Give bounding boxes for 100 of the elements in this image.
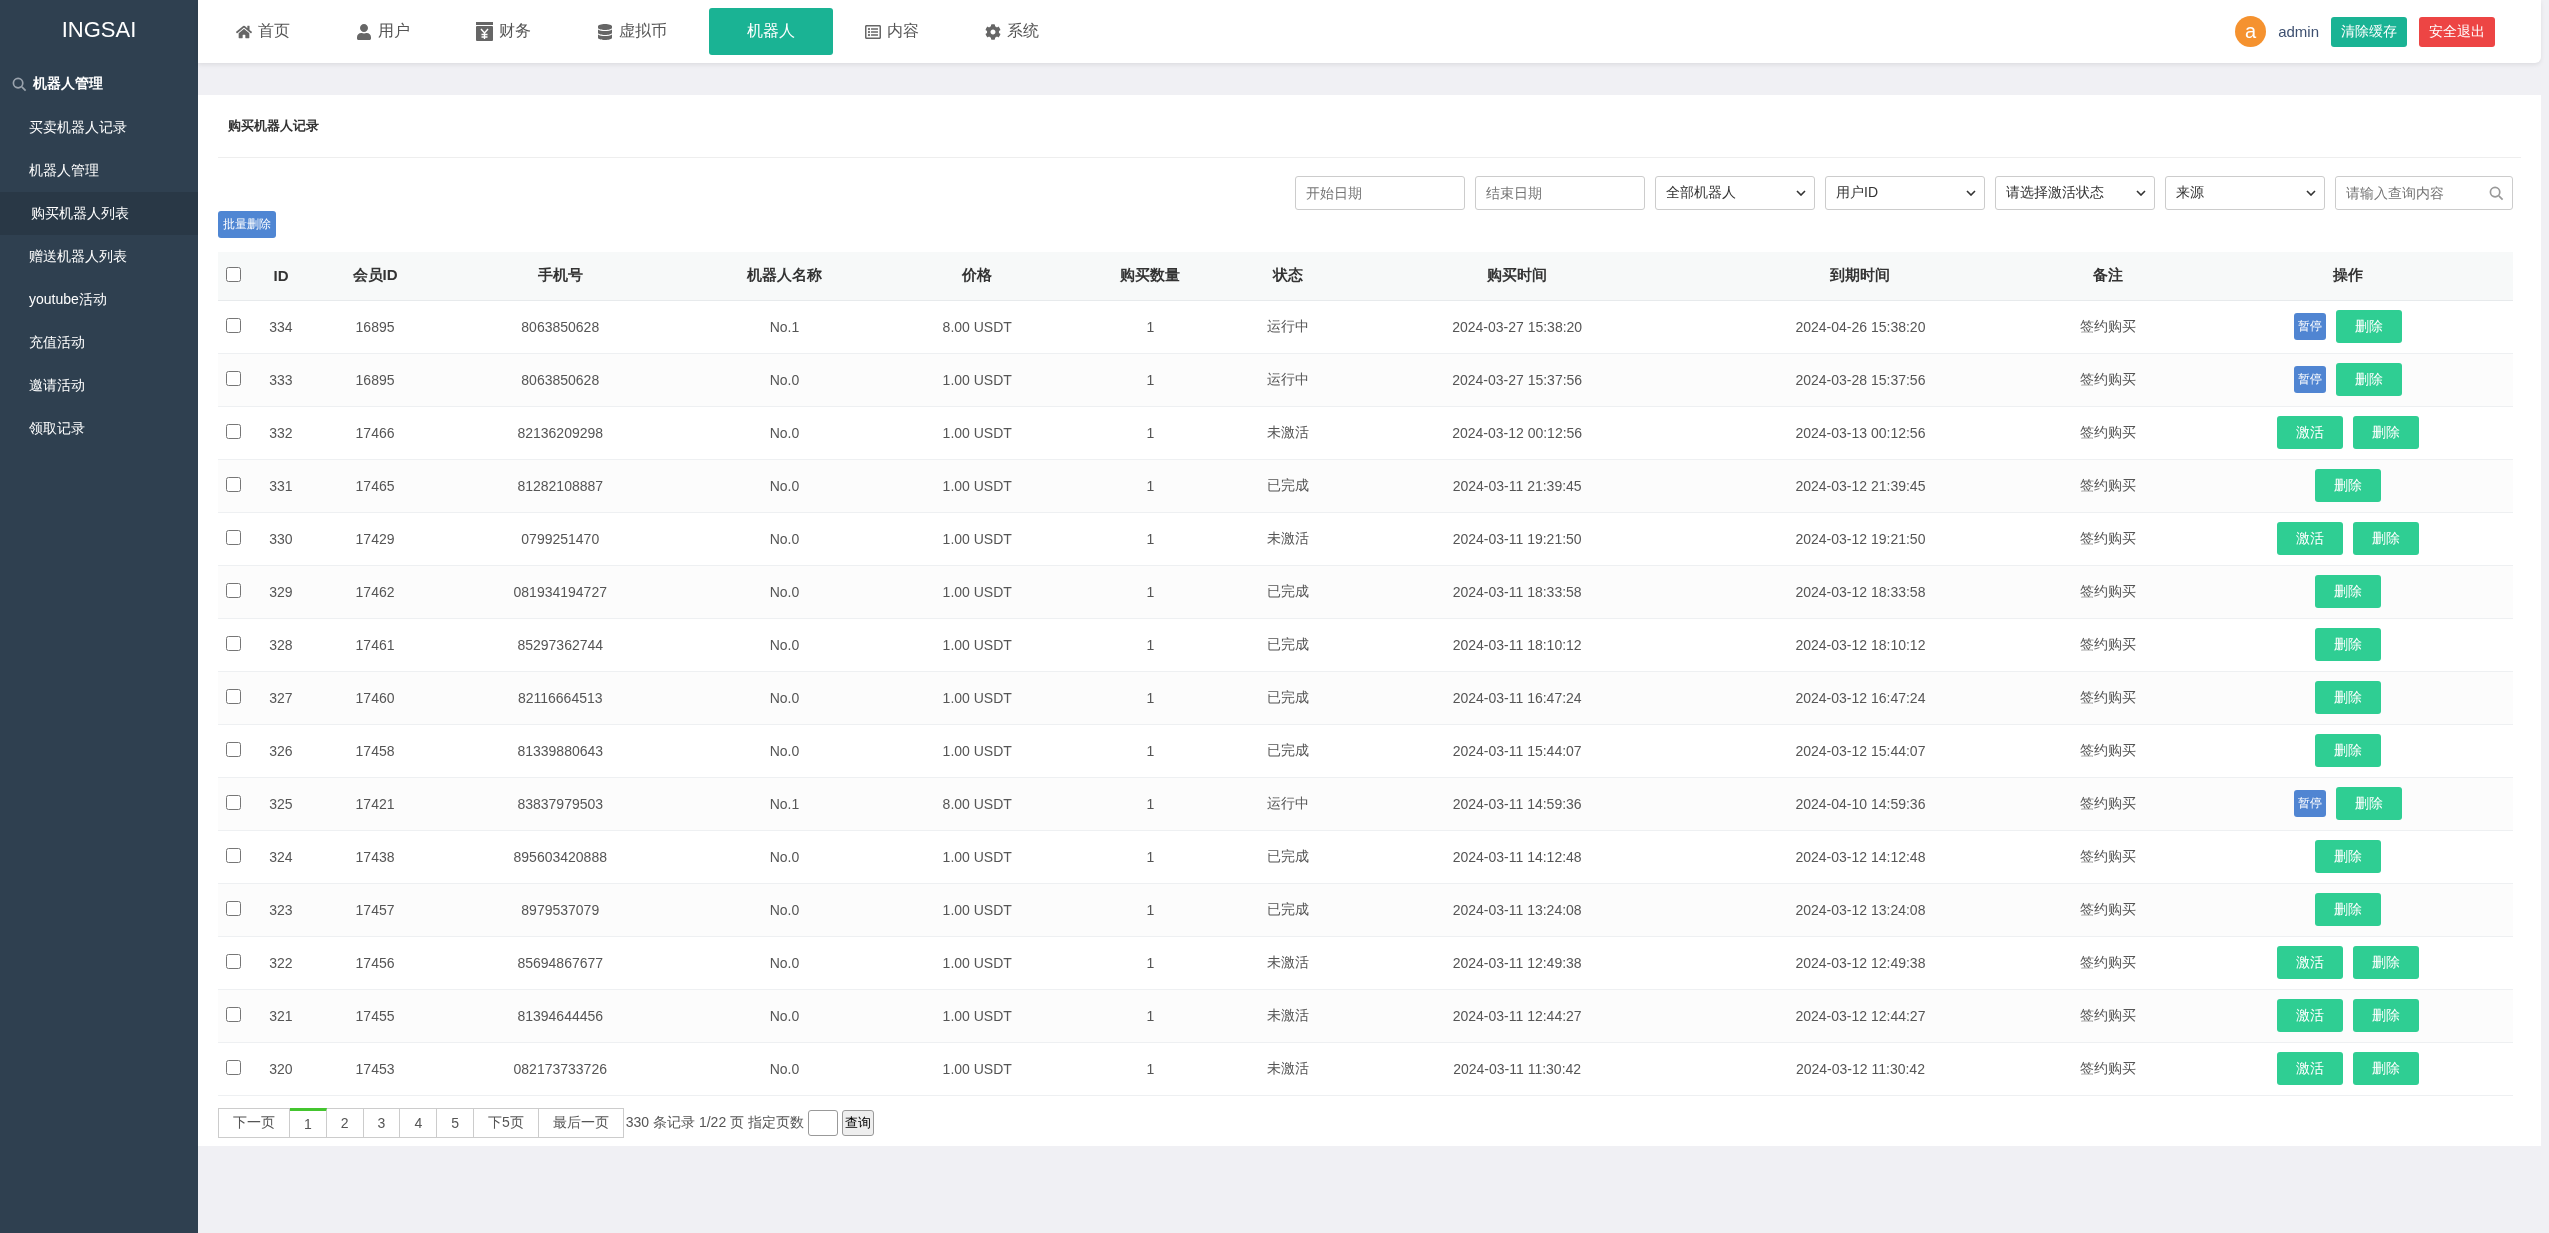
row-checkbox[interactable] — [225, 317, 241, 333]
table-cell: 1.00 USDT — [884, 459, 1070, 512]
row-checkbox[interactable] — [225, 794, 241, 810]
page-button[interactable]: 2 — [326, 1107, 364, 1138]
logout-button[interactable]: 安全退出 — [2419, 16, 2495, 47]
table-cell: 1.00 USDT — [884, 830, 1070, 883]
column-header: 购买时间 — [1345, 252, 1689, 300]
pause-button[interactable]: 暂停 — [2294, 790, 2326, 817]
table-cell: 签约购买 — [2032, 459, 2183, 512]
row-checkbox[interactable] — [225, 688, 241, 704]
sidebar-item[interactable]: 机器人管理 — [0, 149, 198, 192]
table-cell: 85297362744 — [436, 618, 685, 671]
page-button[interactable]: 最后一页 — [538, 1107, 624, 1138]
page-button[interactable]: 1 — [290, 1107, 327, 1138]
table-cell: 8063850628 — [436, 353, 685, 406]
table-cell: 16895 — [313, 300, 437, 353]
nav-tab[interactable]: 系统 — [961, 8, 1063, 55]
home-icon — [236, 23, 252, 40]
table-cell: 2024-03-12 11:30:42 — [1688, 1042, 2033, 1095]
caret-icon — [2306, 190, 2316, 196]
row-checkbox[interactable] — [225, 741, 241, 757]
pause-button[interactable]: 暂停 — [2294, 313, 2326, 340]
page-button[interactable]: 3 — [363, 1107, 401, 1138]
date-field[interactable]: 结束日期 — [1475, 176, 1645, 210]
table-cell: No.0 — [684, 565, 885, 618]
table-cell: 1 — [1069, 777, 1232, 830]
page-number-field[interactable] — [807, 1109, 838, 1136]
row-checkbox[interactable] — [225, 847, 241, 863]
pause-button[interactable]: 暂停 — [2294, 366, 2326, 393]
bulk-delete-button[interactable]: 批量删除 — [218, 211, 276, 238]
search-icon — [12, 76, 27, 92]
table-cell: No.1 — [684, 777, 885, 830]
select-field[interactable]: 全部机器人 — [1655, 176, 1815, 210]
table-cell: 2024-03-12 00:12:56 — [1345, 406, 1689, 459]
table-cell: 17465 — [313, 459, 437, 512]
table-cell: No.0 — [684, 883, 885, 936]
table-cell: 17457 — [313, 883, 437, 936]
date-field[interactable]: 开始日期 — [1295, 176, 1465, 210]
table-cell: 8063850628 — [436, 300, 685, 353]
go-button[interactable]: 查询 — [841, 1109, 874, 1136]
table-cell: 2024-03-12 13:24:08 — [1688, 883, 2033, 936]
row-checkbox[interactable] — [225, 423, 241, 439]
page-button[interactable]: 5 — [437, 1107, 474, 1138]
sidebar-item[interactable]: 充值活动 — [0, 321, 198, 364]
database-icon — [597, 23, 613, 40]
table-cell: 已完成 — [1231, 830, 1346, 883]
search-icon — [2489, 185, 2504, 201]
row-checkbox[interactable] — [225, 1059, 241, 1075]
select-field[interactable]: 用户ID — [1825, 176, 1985, 210]
sidebar-item[interactable]: 邀请活动 — [0, 364, 198, 407]
nav-tab[interactable]: 首页 — [212, 8, 314, 55]
nav-tab[interactable]: 用户 — [332, 8, 434, 55]
sidebar-item[interactable]: youtube活动 — [0, 278, 198, 321]
username: admin — [2278, 23, 2319, 40]
page-button[interactable]: 下一页 — [218, 1107, 290, 1138]
column-header: 备注 — [2032, 252, 2183, 300]
row-checkbox[interactable] — [225, 900, 241, 916]
table-cell: 81394644456 — [436, 989, 685, 1042]
row-checkbox[interactable] — [225, 370, 241, 386]
table-cell: 328 — [248, 618, 314, 671]
sidebar-item[interactable]: 赠送机器人列表 — [0, 235, 198, 278]
page-button[interactable]: 4 — [400, 1107, 438, 1138]
table-cell: 签约购买 — [2032, 936, 2183, 989]
table-cell: 2024-03-12 19:21:50 — [1688, 512, 2033, 565]
nav-tab[interactable]: 虚拟币 — [573, 8, 691, 55]
table-cell: 2024-03-11 18:10:12 — [1345, 618, 1689, 671]
table-cell: 已完成 — [1231, 618, 1346, 671]
nav-tab[interactable]: 财务 — [452, 8, 555, 55]
nav-tab[interactable]: 内容 — [841, 8, 943, 55]
table-cell: 1 — [1069, 459, 1232, 512]
table-cell: No.0 — [684, 936, 885, 989]
caret-icon — [1796, 190, 1806, 196]
select-field[interactable]: 来源 — [2165, 176, 2325, 210]
row-checkbox[interactable] — [225, 582, 241, 598]
select-all-checkbox[interactable] — [225, 266, 241, 282]
row-checkbox[interactable] — [225, 635, 241, 651]
sidebar-item[interactable]: 购买机器人列表 — [0, 192, 198, 235]
search-field[interactable]: 请输入查询内容 — [2335, 176, 2513, 210]
row-checkbox[interactable] — [225, 529, 241, 545]
table-cell: 运行中 — [1231, 777, 1346, 830]
row-checkbox[interactable] — [225, 1006, 241, 1022]
row-checkbox[interactable] — [225, 476, 241, 492]
table-cell: 1 — [1069, 724, 1232, 777]
column-header: 操作 — [2183, 252, 2513, 300]
table-cell: 2024-03-12 16:47:24 — [1688, 671, 2033, 724]
table-cell: 已完成 — [1231, 565, 1346, 618]
table-cell: 签约购买 — [2032, 989, 2183, 1042]
column-header: 价格 — [884, 252, 1070, 300]
table-cell: 签约购买 — [2032, 512, 2183, 565]
sidebar-item[interactable]: 领取记录 — [0, 407, 198, 450]
column-header: 机器人名称 — [684, 252, 885, 300]
page-button[interactable]: 下5页 — [474, 1107, 539, 1138]
sidebar-item[interactable]: 买卖机器人记录 — [0, 106, 198, 149]
select-field[interactable]: 请选择激活状态 — [1995, 176, 2155, 210]
table-cell: 332 — [248, 406, 314, 459]
table-cell: 1.00 USDT — [884, 565, 1070, 618]
row-checkbox[interactable] — [225, 953, 241, 969]
table-cell: 1 — [1069, 830, 1232, 883]
table-cell: No.0 — [684, 459, 885, 512]
table-cell: 1.00 USDT — [884, 353, 1070, 406]
